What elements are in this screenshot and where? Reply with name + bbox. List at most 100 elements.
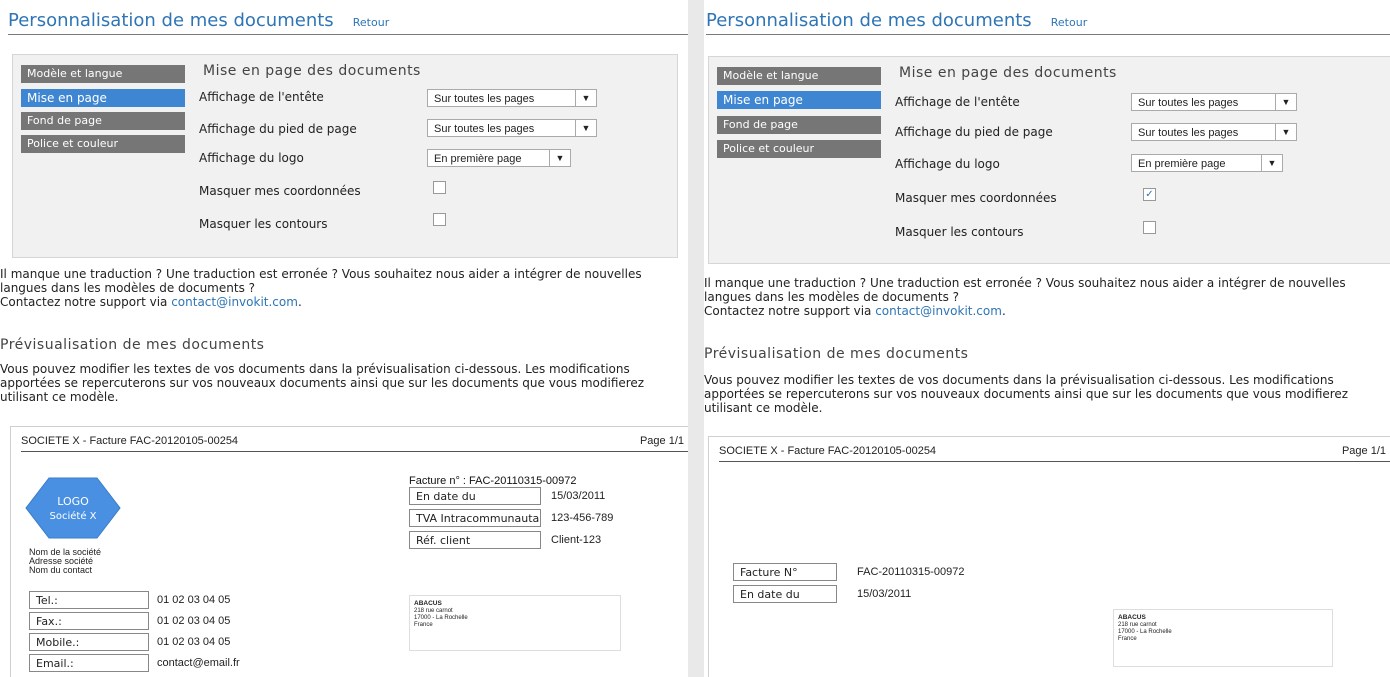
customer-address[interactable]: ABACUS 218 rue carnot 17000 - La Rochell…	[1113, 609, 1333, 667]
tab-mise-en-page[interactable]: Mise en page	[21, 89, 185, 107]
hide-coords-label: Masquer mes coordonnées	[199, 184, 361, 198]
footer-display-select[interactable]: Sur toutes les pages ▼	[1131, 123, 1297, 141]
hide-borders-label: Masquer les contours	[199, 217, 328, 231]
header-display-label: Affichage de l'entête	[199, 90, 324, 104]
hide-borders-label: Masquer les contours	[895, 225, 1024, 239]
customer-address-line: 218 rue carnot	[1118, 622, 1157, 628]
contact-suffix: .	[297, 295, 302, 309]
chevron-down-icon: ▼	[1275, 124, 1296, 140]
contact-label[interactable]: Tel.:	[29, 591, 149, 609]
hide-coords-checkbox[interactable]: ✓	[1143, 188, 1156, 201]
logo-text-line1: LOGO	[57, 495, 89, 508]
logo-text-line2: Société X	[50, 510, 97, 522]
tab-police-couleur[interactable]: Police et couleur	[21, 135, 185, 153]
contact-prefix: Contactez notre support via	[704, 304, 876, 318]
footer-display-value: Sur toutes les pages	[434, 123, 535, 135]
preview-doc-title[interactable]: SOCIETE X - Facture FAC-20120105-00254	[719, 445, 936, 457]
meta-label[interactable]: Réf. client	[409, 531, 541, 549]
meta-label[interactable]: En date du	[733, 585, 837, 603]
contact-email-link[interactable]: contact@invokit.com	[171, 295, 298, 309]
page-title: Personnalisation de mes documents	[8, 10, 334, 31]
meta-label[interactable]: En date du	[409, 487, 541, 505]
customer-address-line: 218 rue carnot	[414, 608, 453, 614]
customer-address[interactable]: ABACUS 218 rue carnot 17000 - La Rochell…	[409, 595, 621, 651]
page-header: Personnalisation de mes documents Retour	[8, 10, 688, 35]
logo-display-label: Affichage du logo	[895, 157, 1000, 171]
tab-fond-de-page[interactable]: Fond de page	[21, 112, 185, 130]
company-contact[interactable]: Nom du contact	[29, 565, 92, 575]
meta-value[interactable]: 123-456-789	[551, 509, 613, 527]
logo-display-label: Affichage du logo	[199, 151, 304, 165]
tab-modele-langue[interactable]: Modèle et langue	[717, 67, 881, 85]
document-preview[interactable]: SOCIETE X - Facture FAC-20120105-00254 P…	[10, 426, 688, 677]
document-preview[interactable]: SOCIETE X - Facture FAC-20120105-00254 P…	[708, 436, 1390, 677]
customer-address-line: 17000 - La Rochelle	[1118, 629, 1172, 635]
contact-email-link[interactable]: contact@invokit.com	[875, 304, 1002, 318]
customer-address-line: 17000 - La Rochelle	[414, 615, 468, 621]
meta-label[interactable]: TVA Intracommunautaire	[409, 509, 541, 527]
preview-page-number: Page 1/1	[1341, 445, 1386, 457]
hide-borders-checkbox[interactable]	[1143, 221, 1156, 234]
help-text-line: Il manque une traduction ? Une traductio…	[704, 276, 1346, 304]
help-text: Il manque une traduction ? Une traductio…	[704, 276, 1390, 318]
chevron-down-icon: ▼	[1261, 155, 1282, 171]
preview-header: SOCIETE X - Facture FAC-20120105-00254 P…	[21, 433, 688, 452]
preview-heading: Prévisualisation de mes documents	[704, 346, 969, 362]
contact-label[interactable]: Mobile.:	[29, 633, 149, 651]
contact-label[interactable]: Fax.:	[29, 612, 149, 630]
tab-modele-langue[interactable]: Modèle et langue	[21, 65, 185, 83]
contact-value[interactable]: 01 02 03 04 05	[157, 612, 230, 630]
tab-fond-de-page[interactable]: Fond de page	[717, 116, 881, 134]
preview-header: SOCIETE X - Facture FAC-20120105-00254 P…	[719, 443, 1390, 462]
hide-coords-label: Masquer mes coordonnées	[895, 191, 1057, 205]
footer-display-label: Affichage du pied de page	[895, 125, 1053, 139]
hide-coords-checkbox[interactable]	[433, 181, 446, 194]
logo-display-value: En première page	[434, 153, 522, 165]
divider	[688, 0, 704, 677]
logo-display-select[interactable]: En première page ▼	[427, 149, 571, 167]
meta-value[interactable]: FAC-20110315-00972	[857, 563, 964, 581]
header-display-value: Sur toutes les pages	[1138, 97, 1239, 109]
help-text: Il manque une traduction ? Une traductio…	[0, 267, 686, 309]
header-display-select[interactable]: Sur toutes les pages ▼	[1131, 93, 1297, 111]
customer-name: ABACUS	[414, 600, 442, 607]
settings-box: Modèle et langue Mise en page Fond de pa…	[12, 54, 678, 258]
footer-display-label: Affichage du pied de page	[199, 122, 357, 136]
meta-value[interactable]: Client-123	[551, 531, 601, 549]
preview-doc-title[interactable]: SOCIETE X - Facture FAC-20120105-00254	[21, 435, 238, 447]
meta-value[interactable]: 15/03/2011	[551, 487, 605, 505]
back-link[interactable]: Retour	[353, 16, 389, 29]
preview-text: Vous pouvez modifier les textes de vos d…	[704, 373, 1349, 415]
chevron-down-icon: ▼	[575, 120, 596, 136]
back-link[interactable]: Retour	[1051, 16, 1087, 29]
page-header: Personnalisation de mes documents Retour	[706, 10, 1390, 35]
header-display-value: Sur toutes les pages	[434, 93, 535, 105]
contact-value[interactable]: 01 02 03 04 05	[157, 591, 230, 609]
contact-value[interactable]: contact@email.fr	[157, 654, 240, 672]
preview-text: Vous pouvez modifier les textes de vos d…	[0, 362, 645, 404]
contact-value[interactable]: 01 02 03 04 05	[157, 633, 230, 651]
footer-display-select[interactable]: Sur toutes les pages ▼	[427, 119, 597, 137]
panel-left: Personnalisation de mes documents Retour…	[0, 0, 688, 677]
meta-label[interactable]: Facture N°	[733, 563, 837, 581]
chevron-down-icon: ▼	[575, 90, 596, 106]
preview-page-number: Page 1/1	[639, 435, 684, 447]
preview-heading: Prévisualisation de mes documents	[0, 337, 265, 353]
hide-borders-checkbox[interactable]	[433, 213, 446, 226]
section-heading: Mise en page des documents	[203, 63, 421, 79]
invoice-number[interactable]: Facture n° : FAC-20110315-00972	[409, 475, 576, 487]
meta-value[interactable]: 15/03/2011	[857, 585, 911, 603]
contact-label[interactable]: Email.:	[29, 654, 149, 672]
customer-address-line: France	[1118, 636, 1137, 642]
section-heading: Mise en page des documents	[899, 65, 1117, 81]
page-title: Personnalisation de mes documents	[706, 10, 1032, 31]
contact-prefix: Contactez notre support via	[0, 295, 172, 309]
header-display-select[interactable]: Sur toutes les pages ▼	[427, 89, 597, 107]
hexagon-logo: LOGO Société X	[25, 477, 121, 539]
chevron-down-icon: ▼	[549, 150, 570, 166]
panel-right: Personnalisation de mes documents Retour…	[704, 0, 1390, 677]
tab-mise-en-page[interactable]: Mise en page	[717, 91, 881, 109]
tab-police-couleur[interactable]: Police et couleur	[717, 140, 881, 158]
logo-display-select[interactable]: En première page ▼	[1131, 154, 1283, 172]
footer-display-value: Sur toutes les pages	[1138, 127, 1239, 139]
